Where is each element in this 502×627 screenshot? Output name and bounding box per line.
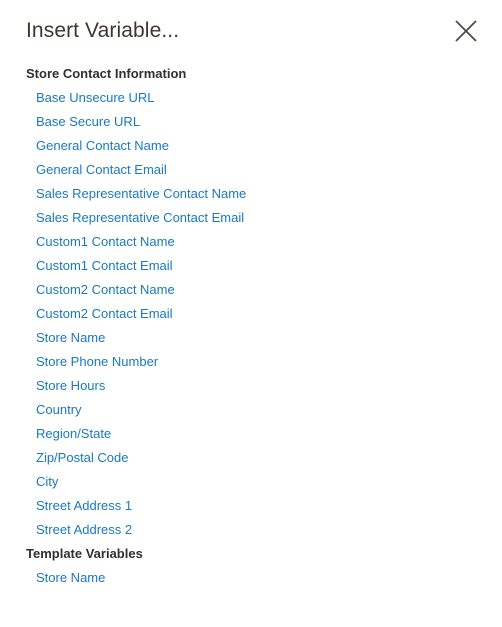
variable-link[interactable]: Sales Representative Contact Name: [36, 186, 246, 201]
list-item[interactable]: Custom2 Contact Name: [0, 278, 502, 302]
list-item[interactable]: General Contact Name: [0, 134, 502, 158]
list-item[interactable]: Street Address 1: [0, 494, 502, 518]
variable-link[interactable]: Base Secure URL: [36, 114, 140, 129]
close-icon: [454, 19, 478, 43]
variable-link[interactable]: Custom2 Contact Name: [36, 282, 175, 297]
page-title: Insert Variable...: [26, 19, 180, 42]
list-item[interactable]: Custom1 Contact Email: [0, 254, 502, 278]
variable-link[interactable]: Country: [36, 402, 82, 417]
variable-link[interactable]: Store Name: [36, 330, 105, 345]
list-item[interactable]: General Contact Email: [0, 158, 502, 182]
insert-variable-modal: Insert Variable... Store Contact Informa…: [0, 0, 502, 627]
list-item[interactable]: Custom2 Contact Email: [0, 302, 502, 326]
variable-link[interactable]: Sales Representative Contact Email: [36, 210, 244, 225]
variable-link[interactable]: Street Address 1: [36, 498, 132, 513]
list-item[interactable]: Store Hours: [0, 374, 502, 398]
variable-link[interactable]: Custom1 Contact Email: [36, 258, 173, 273]
variable-link[interactable]: Store Hours: [36, 378, 105, 393]
variable-link[interactable]: Custom2 Contact Email: [36, 306, 173, 321]
list-item[interactable]: Store Phone Number: [0, 350, 502, 374]
variable-link[interactable]: Custom1 Contact Name: [36, 234, 175, 249]
modal-body: Store Contact Information Base Unsecure …: [0, 62, 502, 590]
variable-link[interactable]: City: [36, 474, 58, 489]
group-title-template-variables: Template Variables: [26, 546, 143, 561]
list-item[interactable]: Store Name: [0, 326, 502, 350]
list-item[interactable]: Street Address 2: [0, 518, 502, 542]
modal-header: Insert Variable...: [0, 0, 502, 62]
list-item[interactable]: Country: [0, 398, 502, 422]
variable-link[interactable]: Region/State: [36, 426, 111, 441]
variable-link[interactable]: Store Name: [36, 570, 105, 585]
list-item[interactable]: Region/State: [0, 422, 502, 446]
list-item[interactable]: Sales Representative Contact Name: [0, 182, 502, 206]
variable-link[interactable]: General Contact Email: [36, 162, 167, 177]
list-item[interactable]: Base Unsecure URL: [0, 86, 502, 110]
variable-link[interactable]: Street Address 2: [36, 522, 132, 537]
list-item[interactable]: Base Secure URL: [0, 110, 502, 134]
variable-link[interactable]: General Contact Name: [36, 138, 169, 153]
group-title-store-contact-information: Store Contact Information: [26, 66, 187, 81]
list-item[interactable]: Sales Representative Contact Email: [0, 206, 502, 230]
variable-link[interactable]: Base Unsecure URL: [36, 90, 155, 105]
list-item[interactable]: Zip/Postal Code: [0, 446, 502, 470]
variable-list: Store Contact Information Base Unsecure …: [0, 62, 502, 590]
variable-link[interactable]: Zip/Postal Code: [36, 450, 129, 465]
list-item[interactable]: Custom1 Contact Name: [0, 230, 502, 254]
close-button[interactable]: [448, 13, 484, 49]
variable-link[interactable]: Store Phone Number: [36, 354, 158, 369]
list-item[interactable]: City: [0, 470, 502, 494]
list-item[interactable]: Store Name: [0, 566, 502, 590]
